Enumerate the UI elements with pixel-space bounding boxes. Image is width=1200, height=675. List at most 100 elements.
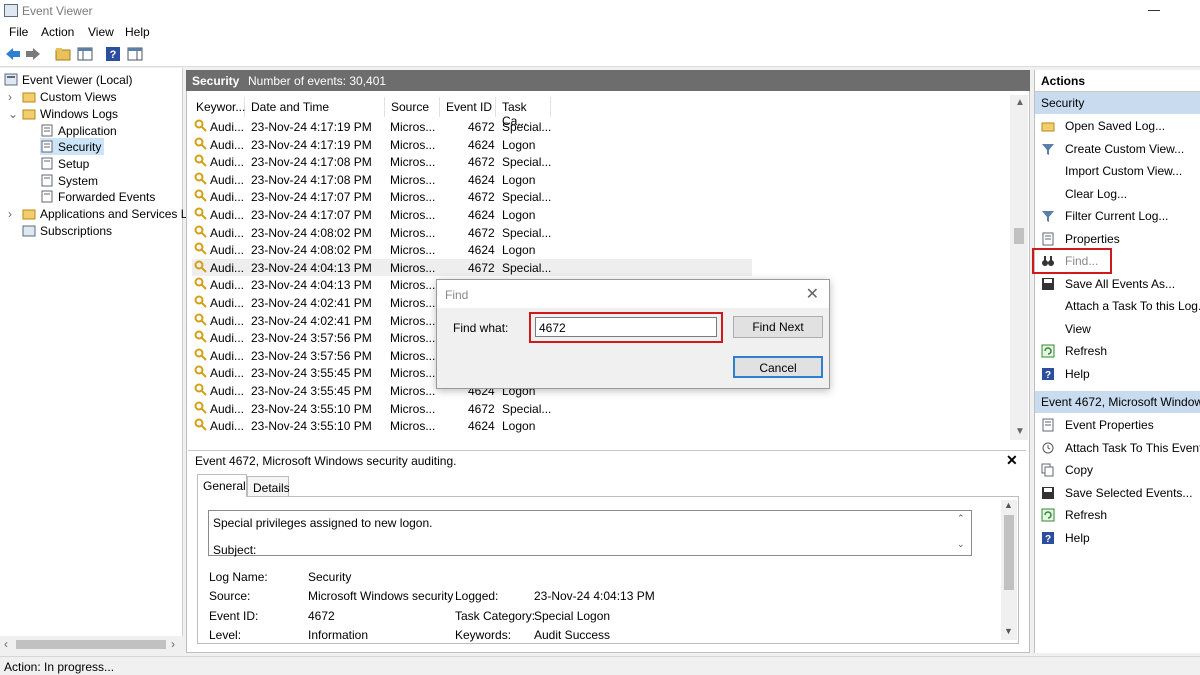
- scrollbar-thumb[interactable]: [1004, 515, 1014, 590]
- action-refresh[interactable]: Refresh: [1035, 505, 1200, 525]
- scrollbar-thumb[interactable]: [16, 640, 166, 649]
- action-copy[interactable]: Copy: [1035, 460, 1200, 480]
- tree-item-system[interactable]: System: [40, 172, 98, 189]
- table-row[interactable]: Audi... 23-Nov-24 4:17:07 PM Micros... 4672…: [192, 188, 752, 206]
- action-filter-current-log[interactable]: Filter Current Log...: [1035, 206, 1200, 226]
- action-view[interactable]: View: [1035, 319, 1200, 339]
- scroll-down-icon[interactable]: ▼: [1015, 426, 1025, 437]
- action-event-properties[interactable]: Event Properties: [1035, 415, 1200, 435]
- tree-item-application[interactable]: Application: [40, 122, 117, 139]
- find-dialog-title: Find: [445, 288, 469, 302]
- action-import-custom-view[interactable]: Import Custom View...: [1035, 161, 1200, 181]
- table-row[interactable]: Audi... 23-Nov-24 4:04:13 PM Micros... 4672…: [192, 258, 752, 277]
- cell-date-time: 23-Nov-24 4:08:02 PM: [251, 225, 372, 240]
- back-arrow-icon[interactable]: [4, 45, 22, 63]
- close-icon[interactable]: ✕: [806, 284, 819, 304]
- table-row[interactable]: Audi... 23-Nov-24 4:17:08 PM Micros... 4624…: [192, 171, 752, 189]
- cell-date-time: 23-Nov-24 4:17:19 PM: [251, 120, 372, 134]
- table-row[interactable]: Audi... 23-Nov-24 4:17:07 PM Micros... 4624…: [192, 206, 752, 224]
- scroll-down-icon[interactable]: ⌄: [957, 539, 965, 550]
- scroll-up-icon[interactable]: ▲: [1004, 500, 1013, 510]
- tree-item-custom-views[interactable]: › Custom Views: [8, 88, 116, 105]
- action-save-all-events-as[interactable]: Save All Events As...: [1035, 274, 1200, 294]
- column-header-keywords[interactable]: Keywor...: [190, 97, 245, 117]
- column-header-event-id[interactable]: Event ID: [440, 97, 496, 117]
- action-help[interactable]: ? Help: [1035, 364, 1200, 384]
- chevron-right-icon[interactable]: ›: [8, 207, 22, 221]
- actions-section-event[interactable]: Event 4672, Microsoft Windows s: [1035, 391, 1200, 413]
- menu-view[interactable]: View: [88, 25, 114, 39]
- tree-item-forwarded-events[interactable]: Forwarded Events: [40, 188, 155, 205]
- scroll-left-icon[interactable]: ‹: [4, 637, 8, 651]
- table-row[interactable]: Audi... 23-Nov-24 4:08:02 PM Micros... 4672…: [192, 224, 752, 242]
- close-icon[interactable]: ✕: [1006, 452, 1018, 469]
- action-open-saved-log[interactable]: Open Saved Log...: [1035, 116, 1200, 136]
- cell-date-time: 23-Nov-24 4:17:19 PM: [251, 137, 372, 152]
- table-row[interactable]: Audi... 23-Nov-24 4:17:19 PM Micros... 4624…: [192, 136, 752, 154]
- tree-horizontal-scrollbar[interactable]: ‹ ›: [0, 636, 183, 653]
- actions-section-security[interactable]: Security: [1035, 92, 1200, 114]
- source-value: Microsoft Windows security: [308, 589, 454, 603]
- action-create-custom-view[interactable]: Create Custom View...: [1035, 139, 1200, 159]
- scroll-right-icon[interactable]: ›: [171, 637, 175, 651]
- find-next-button[interactable]: Find Next: [733, 316, 823, 338]
- column-header-source[interactable]: Source: [385, 97, 440, 117]
- action-properties[interactable]: Properties: [1035, 229, 1200, 249]
- forward-arrow-icon[interactable]: [24, 45, 42, 63]
- grid-vertical-scrollbar[interactable]: ▲ ▼: [1010, 95, 1028, 440]
- show-hide-action-pane-icon[interactable]: [126, 45, 144, 63]
- save-icon: [1042, 277, 1054, 290]
- action-attach-task-to-this-event[interactable]: Attach Task To This Event...: [1035, 438, 1200, 458]
- svg-text:?: ?: [110, 49, 117, 61]
- find-dialog-body: Find what: 4672 Find Next Cancel: [437, 308, 829, 388]
- action-clear-log[interactable]: Clear Log...: [1035, 184, 1200, 204]
- scrollbar-thumb[interactable]: [1014, 228, 1024, 244]
- menu-file[interactable]: File: [9, 25, 28, 39]
- action-refresh[interactable]: Refresh: [1035, 341, 1200, 361]
- show-hide-tree-icon[interactable]: [76, 45, 94, 63]
- cancel-button[interactable]: Cancel: [733, 356, 823, 378]
- menu-help[interactable]: Help: [125, 25, 150, 39]
- action-save-selected-events[interactable]: Save Selected Events...: [1035, 483, 1200, 503]
- tree-item-windows-logs[interactable]: ⌄ Windows Logs: [8, 105, 118, 122]
- table-row[interactable]: Audi... 23-Nov-24 4:17:19 PM Micros... 4672…: [192, 118, 752, 136]
- tree-item-security[interactable]: Security: [40, 138, 105, 155]
- tree-item-subscriptions[interactable]: Subscriptions: [22, 222, 112, 239]
- status-bar: Action: In progress...: [0, 656, 1200, 675]
- copy-icon: [1041, 463, 1054, 477]
- help-icon: ?: [1042, 367, 1054, 381]
- cell-date-time: 23-Nov-24 4:02:41 PM: [251, 296, 372, 310]
- audit-key-icon: [194, 225, 207, 238]
- cell-date-time: 23-Nov-24 4:17:07 PM: [251, 208, 372, 222]
- column-header-task-category[interactable]: Task Ca...: [496, 97, 551, 128]
- toolbar: ?: [0, 41, 1200, 67]
- help-icon[interactable]: ?: [104, 45, 122, 63]
- tree-item-app-services[interactable]: › Applications and Services Lo: [8, 205, 194, 222]
- menu-action[interactable]: Action: [41, 25, 74, 39]
- scroll-up-icon[interactable]: ▲: [1015, 97, 1025, 108]
- tab-general[interactable]: General: [197, 474, 247, 497]
- find-action-highlight: [1032, 248, 1112, 274]
- table-row[interactable]: Audi... 23-Nov-24 4:08:02 PM Micros... 4624…: [192, 241, 752, 259]
- action-label: Attach Task To This Event...: [1065, 440, 1200, 455]
- svg-text:?: ?: [1045, 370, 1051, 381]
- scroll-up-icon[interactable]: ⌃: [957, 513, 965, 524]
- chevron-right-icon[interactable]: ›: [8, 90, 22, 104]
- minimize-icon[interactable]: [1148, 10, 1160, 11]
- detail-vertical-scrollbar[interactable]: ▲ ▼: [1001, 500, 1017, 640]
- action-attach-a-task-to-this-log[interactable]: Attach a Task To this Log...: [1035, 296, 1200, 316]
- event-description-box[interactable]: Special privileges assigned to new logon…: [208, 510, 972, 557]
- table-row[interactable]: Audi... 23-Nov-24 3:55:10 PM Micros... 4624…: [192, 417, 752, 435]
- table-row[interactable]: Audi... 23-Nov-24 3:55:10 PM Micros... 4672…: [192, 400, 752, 418]
- action-help[interactable]: ? Help: [1035, 528, 1200, 548]
- column-header-date-time[interactable]: Date and Time: [245, 97, 385, 117]
- tree-item-root[interactable]: Event Viewer (Local): [4, 71, 133, 88]
- action-label: Properties: [1065, 231, 1120, 246]
- table-row[interactable]: Audi... 23-Nov-24 4:17:08 PM Micros... 4672…: [192, 153, 752, 171]
- scroll-down-icon[interactable]: ▼: [1004, 626, 1013, 636]
- task-category-label: Task Category:: [455, 609, 536, 623]
- tab-details[interactable]: Details: [247, 476, 290, 496]
- tree-item-setup[interactable]: Setup: [40, 155, 89, 172]
- up-folder-icon[interactable]: [54, 45, 72, 63]
- chevron-down-icon[interactable]: ⌄: [8, 107, 22, 121]
